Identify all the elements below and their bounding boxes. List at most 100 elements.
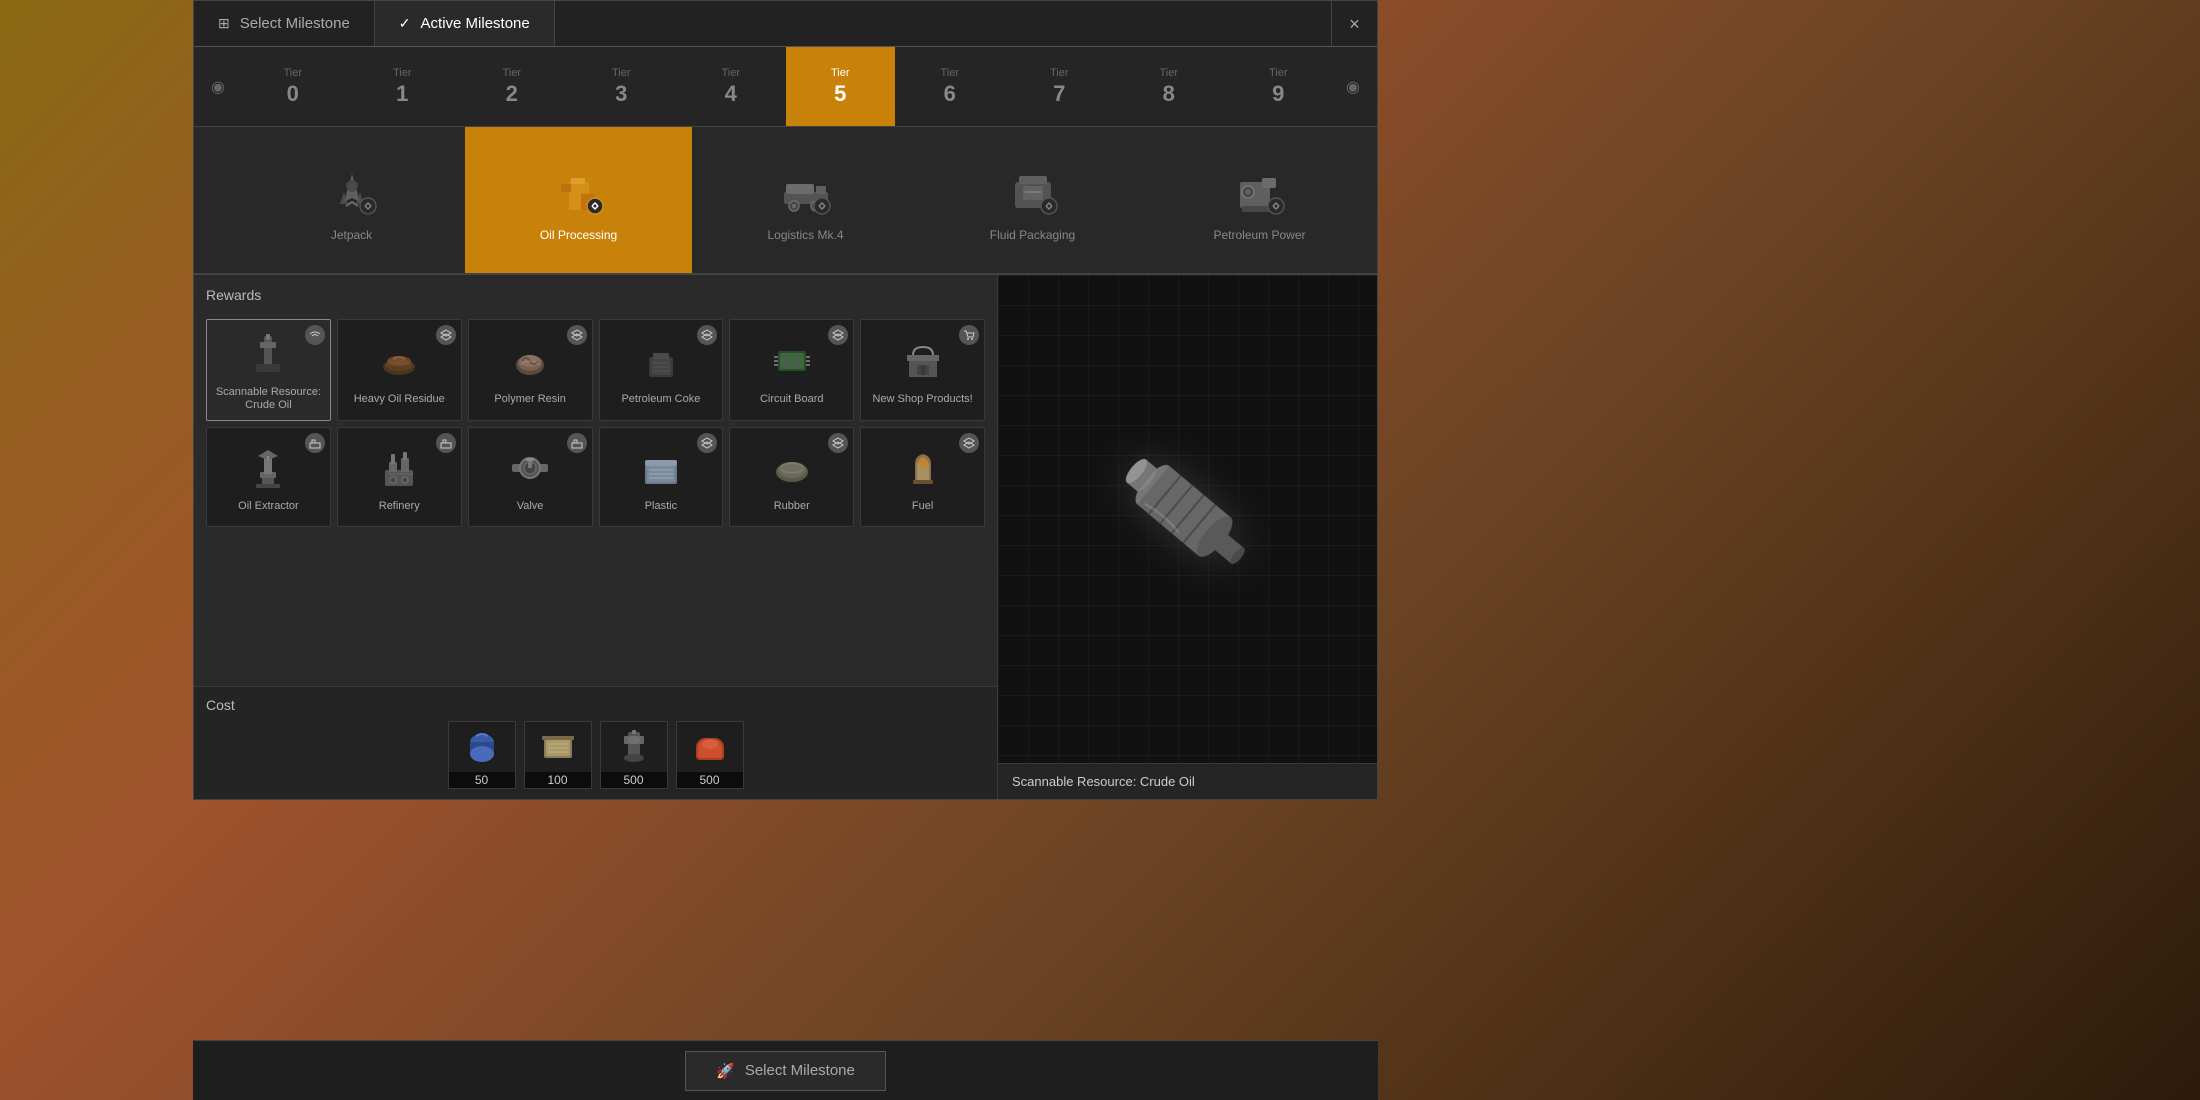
cost-item-3[interactable]: 500 [600,721,668,789]
reward-name-circuit-board: Circuit Board [760,393,824,406]
reward-oil-extractor[interactable]: Oil Extractor [206,427,331,527]
reward-badge-layers-5 [697,433,717,453]
rewards-title: Rewards [206,287,985,309]
cost-amount-3: 500 [601,772,667,788]
tier-8[interactable]: Tier 8 [1114,47,1224,126]
petroleum-power-name: Petroleum Power [1213,228,1305,242]
tier-nav-right[interactable]: ◉ [1333,47,1373,126]
cost-item-1[interactable]: 50 [448,721,516,789]
reward-polymer-resin[interactable]: Polymer Resin [468,319,593,421]
reward-badge-factory-3 [567,433,587,453]
milestone-row: Jetpack Oil Processing [194,127,1377,275]
reward-petroleum-coke[interactable]: Petroleum Coke [599,319,724,421]
select-milestone-label: Select Milestone [745,1062,855,1079]
reward-name-valve: Valve [517,500,544,513]
oil-extractor-icon [242,442,294,494]
heavy-oil-residue-icon [373,335,425,387]
reward-rubber[interactable]: Rubber [729,427,854,527]
grid-icon: ⊞ [218,15,230,32]
select-milestone-button[interactable]: 🚀 Select Milestone [685,1051,886,1091]
tier-3[interactable]: Tier 3 [567,47,677,126]
circuit-board-icon [766,335,818,387]
plastic-icon [635,442,687,494]
petroleum-power-icon [1228,158,1292,222]
cost-amount-2: 100 [525,772,591,788]
reward-plastic[interactable]: Plastic [599,427,724,527]
tier-nav-left[interactable]: ◉ [198,47,238,126]
preview-label-text: Scannable Resource: Crude Oil [998,763,1377,799]
reward-fuel[interactable]: Fuel [860,427,985,527]
jetpack-icon [320,158,384,222]
milestone-oil-processing[interactable]: Oil Processing [465,127,692,273]
tier-6[interactable]: Tier 6 [895,47,1005,126]
petroleum-coke-icon [635,335,687,387]
preview-area [998,275,1377,763]
reward-name-petroleum-coke: Petroleum Coke [621,393,700,406]
cost-icon-1 [460,726,504,766]
tab-active-milestone[interactable]: ✓ Active Milestone [375,1,555,46]
cost-amount-4: 500 [677,772,743,788]
rewards-grid-row2: Oil Extractor [206,427,985,527]
polymer-resin-icon [504,335,556,387]
content-area: Rewards [194,275,1377,799]
tier-1[interactable]: Tier 1 [348,47,458,126]
rocket-icon: 🚀 [716,1062,735,1080]
reward-scannable-crude-oil[interactable]: Scannable Resource: Crude Oil [206,319,331,421]
cost-item-4[interactable]: 500 [676,721,744,789]
reward-name-polymer-resin: Polymer Resin [494,393,566,406]
rewards-section: Rewards [194,275,997,686]
milestone-jetpack[interactable]: Jetpack [238,127,465,273]
milestone-petroleum-power[interactable]: Petroleum Power [1146,127,1373,273]
milestone-spacer [198,127,238,273]
reward-badge-layers-4 [828,325,848,345]
logistics-icon [774,158,838,222]
reward-badge-layers-1 [436,325,456,345]
bottom-bar: 🚀 Select Milestone [193,1040,1378,1100]
cost-items-container: 50 100 [206,721,985,789]
fuel-icon [897,442,949,494]
tier-2[interactable]: Tier 2 [457,47,567,126]
reward-heavy-oil-residue[interactable]: Heavy Oil Residue [337,319,462,421]
reward-name-oil-extractor: Oil Extractor [238,500,299,513]
cost-item-2[interactable]: 100 [524,721,592,789]
tier-9[interactable]: Tier 9 [1224,47,1334,126]
reward-badge-layers-6 [828,433,848,453]
tab-active-label: Active Milestone [421,15,530,32]
cost-section: Cost 50 [194,686,997,799]
tier-5[interactable]: Tier 5 [786,47,896,126]
reward-name-heavy-oil: Heavy Oil Residue [354,393,445,406]
close-button[interactable]: × [1331,1,1377,47]
fluid-packaging-icon [1001,158,1065,222]
reward-badge-cart [959,325,979,345]
reward-badge-layers-2 [567,325,587,345]
reward-new-shop-products[interactable]: New Shop Products! [860,319,985,421]
tab-select-milestone[interactable]: ⊞ Select Milestone [194,1,375,46]
milestone-logistics[interactable]: Logistics Mk.4 [692,127,919,273]
rewards-grid-row1: Scannable Resource: Crude Oil [206,319,985,421]
reward-valve[interactable]: Valve [468,427,593,527]
left-panel: Rewards [194,275,997,799]
cost-icon-4 [688,726,732,766]
reward-badge-layers-7 [959,433,979,453]
reward-badge-factory-1 [305,433,325,453]
cost-title: Cost [206,697,985,713]
valve-icon [504,442,556,494]
reward-name-refinery: Refinery [379,500,420,513]
refinery-icon [373,442,425,494]
reward-name-rubber: Rubber [774,500,810,513]
tier-bar: ◉ Tier 0 Tier 1 Tier 2 Tier 3 Tier 4 Tie… [194,47,1377,127]
reward-name-plastic: Plastic [645,500,677,513]
tier-0[interactable]: Tier 0 [238,47,348,126]
reward-name-shop: New Shop Products! [872,393,972,406]
main-dialog: ⊞ Select Milestone ✓ Active Milestone × … [193,0,1378,800]
reward-badge-layers-3 [697,325,717,345]
tab-select-label: Select Milestone [240,15,350,32]
reward-circuit-board[interactable]: Circuit Board [729,319,854,421]
tier-4[interactable]: Tier 4 [676,47,786,126]
milestone-fluid-packaging[interactable]: Fluid Packaging [919,127,1146,273]
tier-7[interactable]: Tier 7 [1005,47,1115,126]
crude-oil-icon [242,328,294,380]
shop-icon [897,335,949,387]
reward-badge-factory-2 [436,433,456,453]
reward-refinery[interactable]: Refinery [337,427,462,527]
